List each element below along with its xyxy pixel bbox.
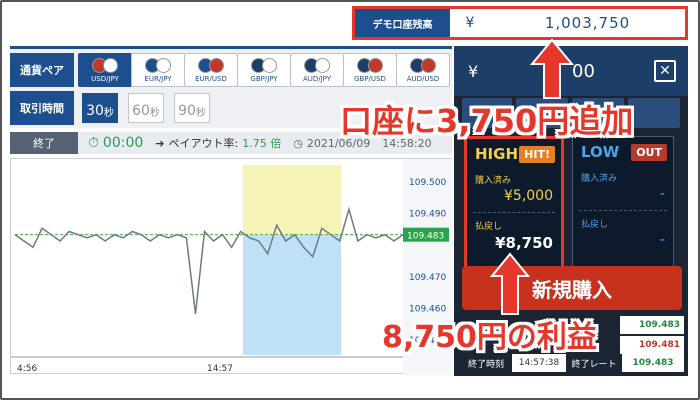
clock-icon: ◷ (293, 136, 303, 150)
order-amount: 00 (572, 60, 595, 82)
currency-pair-label: 通貨ペア (10, 53, 74, 87)
flag-icons (92, 57, 118, 73)
pair-gbp-jpy[interactable]: GBP/JPY (237, 53, 291, 87)
payout-label: ペイアウト率: (168, 137, 239, 150)
balance-currency: ¥ (465, 15, 475, 31)
flag-icon (262, 57, 277, 73)
high-payout-value: ¥8,750 (495, 234, 553, 252)
flag-icons (251, 57, 277, 73)
time-30s[interactable]: 30 秒 (82, 93, 118, 123)
pair-eur-usd[interactable]: EUR/USD (184, 53, 238, 87)
low-payout-label: 払戻し (581, 220, 609, 230)
flag-icon (421, 57, 436, 73)
time-unit: 秒 (103, 108, 114, 119)
pair-eur-jpy[interactable]: EUR/JPY (131, 53, 185, 87)
annotation-top: 口座に3,750円追加 (340, 102, 634, 140)
demo-balance-bar: デモ口座残高 ¥ 1,003,750 (352, 6, 688, 40)
pair-label: USD/JPY (91, 74, 119, 83)
flag-icons (410, 57, 436, 73)
flag-icons (304, 57, 330, 73)
end-label: 終了 (10, 132, 78, 154)
flag-icon (368, 57, 383, 73)
y-tick-label: 109.470 (409, 273, 446, 283)
payout-rate: ➔ ペイアウト率: 1.75 倍 (155, 135, 281, 151)
flag-icons (198, 57, 224, 73)
flag-icons (357, 57, 383, 73)
highlight-band-top (243, 165, 341, 235)
balance-label: デモ口座残高 (355, 9, 450, 37)
time-unit: 秒 (195, 108, 206, 119)
low-purchased-label: 購入済み (581, 174, 618, 184)
y-tick-label: 109.490 (409, 210, 446, 220)
trade-time-label: 取引時間 (10, 91, 74, 125)
pair-label: GBP/JPY (250, 74, 278, 83)
high-purchased-label: 購入済み (475, 176, 512, 186)
time-unit: 秒 (149, 108, 160, 119)
price-line (14, 206, 404, 314)
payout-value: 1.75 倍 (242, 137, 282, 150)
x-tick-label: 4:56 (17, 364, 37, 374)
up-arrow-top (530, 38, 574, 99)
pair-usd-jpy[interactable]: USD/JPY (78, 53, 132, 87)
out-badge: OUT (631, 143, 667, 161)
annotation-bottom: 8,750円の利益 (382, 320, 597, 355)
high-title: HIGH (475, 145, 519, 163)
pair-label: AUD/JPY (302, 74, 332, 83)
countdown-timer: ⏱ 00:00 (88, 135, 143, 151)
high-purchased-value: ¥5,000 (504, 188, 553, 204)
flag-icons (145, 57, 171, 73)
order-currency: ¥ (468, 61, 479, 81)
close-icon[interactable]: ✕ (654, 60, 676, 82)
end-rate-label: 終了レート (568, 354, 620, 372)
flag-icon (209, 57, 224, 73)
flag-icon (156, 57, 171, 73)
low-payout-value: - (659, 232, 665, 248)
amount-tab[interactable] (628, 98, 680, 128)
up-arrow-bottom (490, 252, 530, 315)
time-number: 90 (178, 103, 196, 119)
hit-badge: HIT! (519, 145, 555, 163)
flag-icon (315, 57, 330, 73)
rate-row: 109.483 (620, 316, 684, 334)
time-90s[interactable]: 90 秒 (174, 93, 210, 123)
pair-label: GBP/USD (354, 74, 386, 83)
timer-value: 00:00 (102, 135, 144, 151)
low-purchased-value: - (659, 186, 665, 202)
x-tick-label: 14:57 (207, 364, 233, 374)
pair-aud-usd[interactable]: AUD/USD (396, 53, 450, 87)
flag-icon (103, 57, 118, 73)
pair-label: EUR/JPY (144, 74, 172, 83)
stopwatch-icon: ⏱ (88, 135, 99, 151)
end-time-value: 14:57:38 (512, 354, 566, 372)
high-payout-label: 払戻し (475, 222, 503, 232)
pair-gbp-usd[interactable]: GBP/USD (343, 53, 397, 87)
low-title: LOW (581, 143, 620, 161)
pair-label: AUD/USD (406, 74, 440, 83)
time-60s[interactable]: 60 秒 (128, 93, 164, 123)
y-tick-label: 109.500 (409, 178, 446, 188)
current-price-label: 109.483 (407, 232, 444, 242)
time-number: 60 (132, 103, 150, 119)
rate-row: 109.481 (620, 336, 684, 354)
time-number: 30 (86, 103, 104, 119)
pair-label: EUR/USD (195, 74, 227, 83)
end-time-label: 終了時刻 (462, 354, 510, 372)
end-rate-value: 109.483 (622, 354, 684, 372)
highlight-band-bottom (243, 234, 341, 355)
pair-aud-jpy[interactable]: AUD/JPY (290, 53, 344, 87)
balance-amount: 1,003,750 (544, 14, 631, 32)
arrow-icon: ➔ (155, 136, 165, 150)
